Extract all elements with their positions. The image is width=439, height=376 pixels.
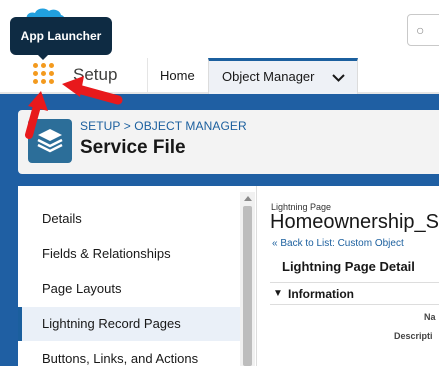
app-name: Setup	[73, 65, 118, 84]
field-label-name: Na	[424, 312, 436, 322]
page-title: Service File	[80, 137, 186, 158]
information-section-header[interactable]: ▼ Information	[270, 284, 439, 305]
app-launcher-tooltip: App Launcher	[10, 17, 112, 55]
chevron-down-icon[interactable]	[332, 71, 345, 84]
detail-heading-text: Lightning Page Detail	[282, 259, 415, 274]
search-icon: ○	[416, 22, 425, 38]
collapse-triangle-icon[interactable]: ▼	[273, 288, 283, 299]
sidebar-item-lightning-record-pages[interactable]: Lightning Record Pages	[18, 307, 240, 341]
tab-object-manager-label: Object Manager	[222, 69, 315, 84]
section-label: Information	[288, 287, 354, 301]
object-sidebar: Details Fields & Relationships Page Layo…	[18, 186, 257, 366]
scrollbar-thumb[interactable]	[243, 206, 252, 366]
lightning-page-title: Homeownership_S	[270, 211, 439, 233]
tab-home-label: Home	[160, 68, 195, 83]
tab-home[interactable]: Home	[147, 58, 208, 94]
scroll-up-icon[interactable]	[244, 196, 252, 201]
tab-object-manager[interactable]: Object Manager	[208, 58, 358, 94]
sidebar-item-details[interactable]: Details	[18, 202, 240, 236]
detail-heading: Lightning Page Detail	[270, 252, 439, 283]
tooltip-tail	[36, 53, 50, 60]
sidebar-item-buttons-links-actions[interactable]: Buttons, Links, and Actions	[18, 342, 240, 376]
sidebar-item-fields-relationships[interactable]: Fields & Relationships	[18, 237, 240, 271]
app-launcher-waffle-icon[interactable]	[33, 63, 57, 87]
global-search-input[interactable]: ○	[407, 14, 439, 46]
field-label-description: Descripti	[394, 331, 433, 341]
breadcrumb[interactable]: SETUP > OBJECT MANAGER	[80, 119, 247, 133]
sidebar-item-page-layouts[interactable]: Page Layouts	[18, 272, 240, 306]
tooltip-text: App Launcher	[20, 29, 102, 43]
stack-layers-icon	[28, 119, 72, 163]
back-to-list-link[interactable]: « Back to List: Custom Object	[272, 238, 404, 249]
sidebar-scrollbar[interactable]	[240, 192, 255, 366]
